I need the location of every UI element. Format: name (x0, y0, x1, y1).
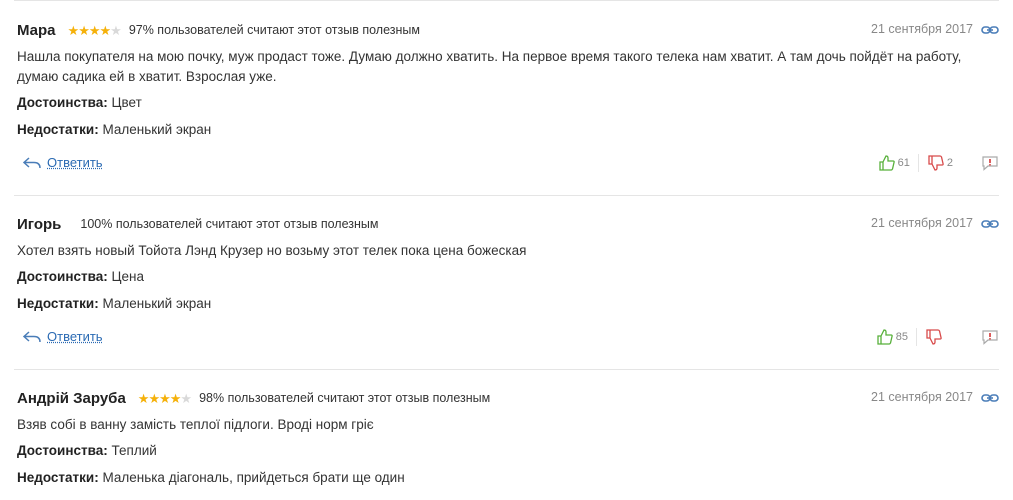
star-icon: ★ (169, 390, 182, 406)
star-icon: ★ (88, 22, 101, 38)
star-icon: ★ (78, 22, 90, 38)
reply-label: Ответить (47, 329, 103, 344)
cons-value: Маленький экран (102, 296, 212, 311)
cons-label: Недостатки: (17, 122, 99, 137)
review-divider (14, 369, 999, 370)
review-header: Игорь 100% пользователей считают этот от… (17, 213, 379, 235)
review-author: Андрій Заруба (17, 389, 126, 407)
review-date: 21 сентября 2017 (871, 390, 973, 404)
review-date: 21 сентября 2017 (871, 216, 973, 230)
star-icon: ★ (180, 390, 192, 406)
review-header: Андрій Заруба ★ ★ ★ ★ ★ 98% пользователе… (17, 387, 490, 409)
review-cons: Недостатки: Маленька діагональ, прийдеть… (17, 470, 405, 485)
vote-separator (917, 154, 919, 172)
helpful-percent: 100% пользователей считают этот отзыв по… (80, 217, 379, 231)
review-date: 21 сентября 2017 (871, 22, 973, 36)
pros-label: Достоинства: (17, 269, 108, 284)
pros-value: Цвет (111, 95, 142, 110)
pros-label: Достоинства: (17, 443, 108, 458)
like-button[interactable]: 61 (878, 154, 910, 172)
like-count: 85 (895, 331, 908, 343)
review-text: Взяв собі в ванну замість теплої підлоги… (17, 417, 374, 432)
vote-bar: 61 2 (878, 154, 999, 172)
reply-button[interactable]: Ответить (22, 329, 103, 344)
star-icon: ★ (137, 390, 150, 406)
reply-label: Ответить (47, 155, 103, 170)
helpful-percent: 98% пользователей считают этот отзыв пол… (199, 391, 491, 405)
review-author: Игорь (17, 215, 62, 233)
cons-value: Маленький экран (102, 122, 212, 137)
report-button[interactable] (981, 328, 999, 346)
report-button[interactable] (981, 154, 999, 172)
reply-arrow-icon (22, 330, 41, 342)
rating-stars: ★ ★ ★ ★ ★ (137, 390, 192, 406)
review-pros: Достоинства: Цвет (17, 95, 142, 110)
review-text: Нашла покупателя на мою почку, муж прода… (17, 49, 962, 84)
review-item: Андрій Заруба ★ ★ ★ ★ ★ 98% пользователе… (0, 387, 1013, 500)
top-divider (14, 0, 999, 1)
dislike-button[interactable]: 2 (927, 154, 953, 172)
star-icon: ★ (110, 22, 122, 38)
thumbs-up-icon (878, 155, 895, 171)
cons-value: Маленька діагональ, прийдеться брати ще … (102, 470, 405, 485)
review-cons: Недостатки: Маленький экран (17, 296, 211, 311)
report-icon (982, 156, 998, 171)
like-button[interactable]: 85 (876, 328, 908, 346)
link-icon[interactable] (981, 218, 999, 230)
star-icon: ★ (67, 22, 80, 38)
thumbs-up-icon (877, 329, 893, 345)
cons-label: Недостатки: (17, 470, 99, 485)
dislike-count: 2 (946, 157, 953, 169)
cons-label: Недостатки: (17, 296, 99, 311)
star-icon: ★ (148, 390, 160, 406)
pros-label: Достоинства: (17, 95, 108, 110)
like-count: 61 (897, 157, 910, 169)
pros-value: Цена (111, 269, 144, 284)
review-pros: Достоинства: Цена (17, 269, 144, 284)
reply-arrow-icon (22, 156, 41, 168)
review-cons: Недостатки: Маленький экран (17, 122, 211, 137)
pros-value: Теплий (111, 443, 157, 458)
report-icon (982, 330, 998, 345)
thumbs-down-icon (928, 155, 944, 171)
reply-button[interactable]: Ответить (22, 155, 103, 170)
review-header: Мара ★ ★ ★ ★ ★ 97% пользователей считают… (17, 19, 420, 41)
star-icon: ★ (159, 390, 171, 406)
link-icon[interactable] (981, 24, 999, 36)
review-text: Хотел взять новый Тойота Лэнд Крузер но … (17, 243, 527, 258)
dislike-button[interactable] (925, 328, 945, 346)
star-icon: ★ (99, 22, 112, 38)
review-pros: Достоинства: Теплий (17, 443, 157, 458)
rating-stars: ★ ★ ★ ★ ★ (67, 22, 122, 38)
vote-bar: 85 (876, 328, 999, 346)
review-item: Игорь 100% пользователей считают этот от… (0, 213, 1013, 370)
review-author: Мара (17, 21, 56, 39)
review-item: Мара ★ ★ ★ ★ ★ 97% пользователей считают… (0, 19, 1013, 196)
helpful-percent: 97% пользователей считают этот отзыв пол… (128, 23, 420, 37)
review-divider (14, 195, 999, 196)
thumbs-down-icon (926, 329, 942, 345)
link-icon[interactable] (981, 392, 999, 404)
vote-separator (916, 328, 917, 346)
